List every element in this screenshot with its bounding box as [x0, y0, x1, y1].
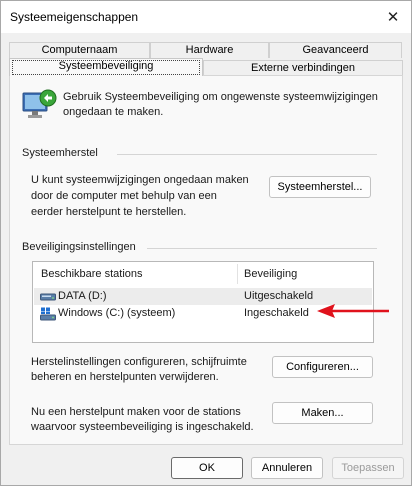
intro-line: ongedaan te maken. [63, 106, 164, 118]
group-divider [117, 154, 377, 155]
restore-desc-line: door de computer met behulp van een [31, 190, 217, 202]
ok-button[interactable]: OK [171, 457, 243, 479]
tab-hardware[interactable]: Hardware [150, 42, 269, 58]
tab-geavanceerd[interactable]: Geavanceerd [269, 42, 402, 58]
create-desc-line: waarvoor systeembeveiliging is ingeschak… [31, 421, 254, 433]
window-title: Systeemeigenschappen [10, 10, 139, 24]
tab-externe-verbindingen[interactable]: Externe verbindingen [203, 60, 403, 76]
create-button[interactable]: Maken... [272, 402, 373, 424]
apply-button[interactable]: Toepassen [332, 457, 404, 479]
configure-desc-line: Herstelinstellingen configureren, schijf… [31, 356, 247, 368]
column-separator[interactable] [237, 264, 238, 284]
create-description: Nu een herstelpunt maken voor de station… [31, 405, 254, 435]
create-desc-line: Nu een herstelpunt maken voor de station… [31, 406, 241, 418]
group-divider [147, 248, 377, 249]
drive-status: Uitgeschakeld [244, 290, 314, 302]
restore-desc-line: U kunt systeemwijzigingen ongedaan maken [31, 174, 249, 186]
close-icon[interactable]: ✕ [383, 7, 403, 27]
cancel-button[interactable]: Annuleren [251, 457, 323, 479]
configure-description: Herstelinstellingen configureren, schijf… [31, 355, 247, 385]
column-header-drives[interactable]: Beschikbare stations [41, 262, 143, 286]
system-protection-icon [22, 89, 57, 118]
tab-label: Computernaam [41, 44, 118, 56]
configure-desc-line: beheren en herstelpunten verwijderen. [31, 371, 219, 383]
tab-label: Hardware [185, 44, 234, 56]
tab-panel [9, 75, 403, 445]
title-bar: Systeemeigenschappen ✕ [1, 1, 411, 33]
system-restore-button[interactable]: Systeemherstel... [269, 176, 371, 198]
system-properties-window: Systeemeigenschappen ✕ Computernaam Hard… [0, 0, 412, 486]
restore-description: U kunt systeemwijzigingen ongedaan maken… [31, 172, 249, 220]
drive-name: DATA (D:) [58, 290, 107, 302]
drive-status: Ingeschakeld [244, 307, 309, 319]
intro-text: Gebruik Systeembeveiliging om ongewenste… [63, 90, 378, 120]
configure-button[interactable]: Configureren... [272, 356, 373, 378]
protection-heading: Beveiligingsinstellingen [22, 241, 136, 253]
restore-heading: Systeemherstel [22, 147, 98, 159]
tab-computernaam[interactable]: Computernaam [9, 42, 150, 58]
system-drive-icon [40, 307, 56, 321]
tab-label: Externe verbindingen [251, 62, 355, 74]
drive-icon [40, 293, 56, 301]
tab-label: Geavanceerd [302, 44, 369, 56]
intro-line: Gebruik Systeembeveiliging om ongewenste… [63, 91, 378, 103]
restore-desc-line: eerder herstelpunt te herstellen. [31, 206, 187, 218]
red-arrow-annotation [317, 304, 389, 318]
column-header-protection[interactable]: Beveiliging [244, 262, 297, 286]
drive-name: Windows (C:) (systeem) [58, 307, 176, 319]
tab-systeembeveiliging[interactable]: Systeembeveiliging [9, 58, 203, 76]
